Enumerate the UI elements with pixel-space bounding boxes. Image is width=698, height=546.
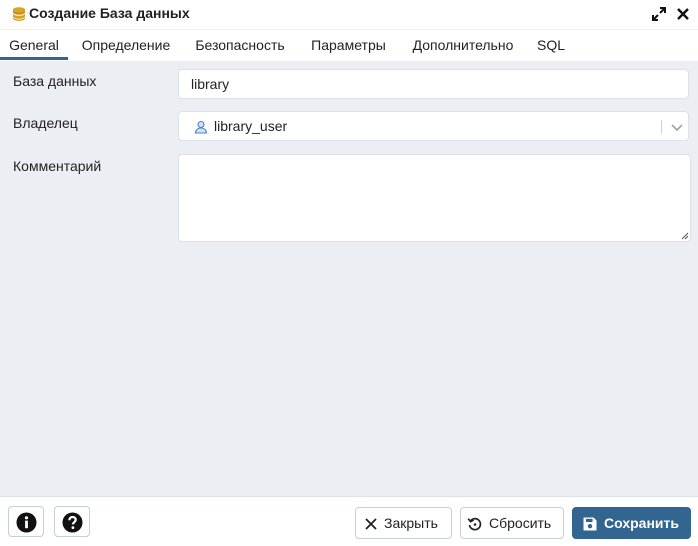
select-separator bbox=[661, 120, 662, 134]
info-button[interactable] bbox=[8, 506, 44, 537]
save-button-label: Сохранить bbox=[604, 515, 679, 531]
tab-general[interactable]: General bbox=[0, 30, 68, 60]
reset-button-label: Сбросить bbox=[489, 515, 552, 531]
save-icon bbox=[583, 517, 597, 531]
database-name-label: База данных bbox=[13, 73, 97, 89]
owner-label: Владелец bbox=[13, 115, 78, 131]
tab-security[interactable]: Безопасность bbox=[191, 30, 289, 60]
reset-button[interactable]: Сбросить bbox=[460, 507, 564, 539]
comment-textarea[interactable] bbox=[178, 154, 691, 242]
comment-label: Комментарий bbox=[13, 158, 102, 174]
save-button[interactable]: Сохранить bbox=[572, 507, 691, 539]
dialog-titlebar[interactable]: Создание База данных bbox=[0, 0, 698, 28]
help-icon bbox=[62, 512, 83, 533]
close-button[interactable]: Закрыть bbox=[355, 507, 452, 539]
form-content: База данных library Владелец library_use… bbox=[0, 61, 698, 496]
tab-advanced[interactable]: Дополнительно bbox=[407, 30, 519, 60]
close-icon[interactable] bbox=[674, 5, 692, 23]
database-icon bbox=[13, 7, 25, 21]
database-name-input[interactable]: library bbox=[178, 69, 689, 99]
help-button[interactable] bbox=[54, 506, 90, 537]
resize-grip-icon[interactable] bbox=[681, 232, 689, 240]
dialog-footer: Закрыть Сбросить Сохранить bbox=[0, 496, 698, 546]
close-button-label: Закрыть bbox=[384, 515, 438, 531]
database-name-value: library bbox=[191, 76, 230, 92]
expand-icon[interactable] bbox=[650, 5, 668, 23]
info-icon bbox=[16, 512, 37, 533]
tab-parameters[interactable]: Параметры bbox=[308, 30, 389, 60]
tab-bar: General Определение Безопасность Парамет… bbox=[0, 29, 698, 62]
chevron-down-icon[interactable] bbox=[669, 119, 685, 135]
x-icon bbox=[365, 518, 377, 530]
reset-icon bbox=[467, 517, 482, 531]
tab-sql[interactable]: SQL bbox=[537, 30, 565, 60]
create-database-dialog: Создание База данных General Определение… bbox=[0, 0, 698, 546]
owner-value: library_user bbox=[214, 118, 288, 134]
owner-select[interactable]: library_user bbox=[178, 111, 689, 141]
tab-definition[interactable]: Определение bbox=[79, 30, 173, 60]
user-icon bbox=[194, 120, 208, 134]
dialog-title: Создание База данных bbox=[29, 5, 190, 21]
